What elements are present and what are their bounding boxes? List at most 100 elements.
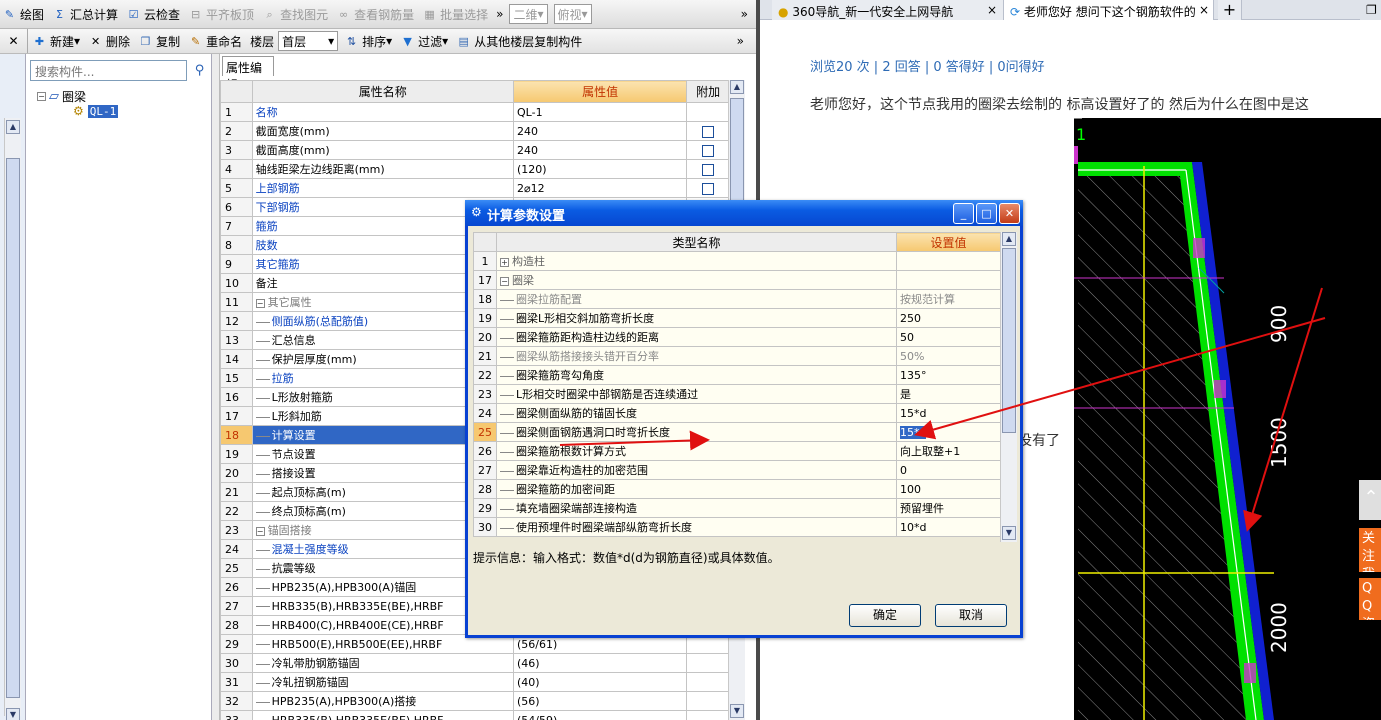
panel-splitter[interactable] xyxy=(212,54,220,720)
dialog-titlebar[interactable]: ⚙ 计算参数设置 xyxy=(465,200,1023,226)
setting-value[interactable]: 250 xyxy=(896,308,1001,328)
close-icon[interactable]: × xyxy=(987,3,997,17)
setting-value[interactable]: 100 xyxy=(896,479,1001,499)
new-button[interactable]: ✚ 新建 ▾ xyxy=(32,33,80,50)
setting-value[interactable]: 15*d xyxy=(896,403,1001,423)
tree-item-ql1[interactable]: ⚙ QL-1 xyxy=(73,104,119,118)
property-value[interactable]: 2⌀12 xyxy=(512,178,688,198)
table-row[interactable]: 29 填充墙圈梁端部连接构造 预留埋件 xyxy=(473,498,1001,518)
toolbar-button[interactable]: ⌕ 查找图元 xyxy=(262,6,328,23)
setting-value[interactable] xyxy=(896,270,1001,290)
follow-us-button[interactable]: 关注我们 xyxy=(1359,528,1381,572)
qq-consult-button[interactable]: Q Q咨询 xyxy=(1359,578,1381,620)
floor-select[interactable]: 首层 ▾ xyxy=(278,31,339,51)
toolbar-button[interactable]: ▦ 批量选择 xyxy=(422,6,488,23)
table-row[interactable]: 4 轴线距梁左边线距离(mm) (120) xyxy=(220,159,730,179)
table-row[interactable]: 19 圈梁L形相交斜加筋弯折长度 250 xyxy=(473,308,1001,328)
collapse-icon[interactable]: − xyxy=(255,526,265,536)
cancel-button[interactable]: 取消 xyxy=(935,604,1007,627)
setting-value[interactable]: 10*d xyxy=(896,517,1001,537)
table-row[interactable]: 31 冷轧扭钢筋锚固 (40) xyxy=(220,672,730,692)
extra-checkbox[interactable] xyxy=(702,163,715,176)
table-row[interactable]: 20 圈梁箍筋距构造柱边线的距离 50 xyxy=(473,327,1001,347)
table-row[interactable]: 24 圈梁侧面纵筋的锚固长度 15*d xyxy=(473,403,1001,423)
table-row[interactable]: 32 HPB235(A),HPB300(A)搭接 (56) xyxy=(220,691,730,711)
extra-checkbox[interactable] xyxy=(702,182,715,195)
toolbar-overflow-icon[interactable]: » xyxy=(741,7,748,21)
tab-property-edit[interactable]: 属性编辑 xyxy=(222,56,274,92)
table-row[interactable]: 1 + 构造柱 xyxy=(473,251,1001,271)
browser-tab-question[interactable]: ⟳ 老师您好 想问下这个钢筋软件的 × xyxy=(1004,0,1214,20)
table-row[interactable]: 22 圈梁箍筋弯勾角度 135° xyxy=(473,365,1001,385)
setting-value[interactable]: 向上取整+1 xyxy=(896,441,1001,461)
collapse-icon[interactable]: − xyxy=(255,298,265,308)
table-row[interactable]: 5 上部钢筋 2⌀12 xyxy=(220,178,730,198)
scroll-thumb[interactable] xyxy=(6,158,20,698)
toolbar-button[interactable]: ☑ 云检查 xyxy=(126,6,180,23)
side-scrollbar[interactable]: ▲ ▼ xyxy=(4,118,21,720)
table-row[interactable]: 2 截面宽度(mm) 240 xyxy=(220,121,730,141)
table-row[interactable]: 25 圈梁侧面钢筋遇洞口时弯折长度 15*d xyxy=(473,422,1001,442)
sort-button[interactable]: ⇅ 排序 ▾ xyxy=(344,33,392,50)
tree-root[interactable]: − ▱ 圈梁 xyxy=(37,88,86,105)
close-button[interactable]: ✕ xyxy=(999,203,1020,224)
setting-value[interactable]: 是 xyxy=(896,384,1001,404)
setting-value[interactable]: 50% xyxy=(896,346,1001,366)
setting-value[interactable]: 15*d xyxy=(896,422,1001,442)
scroll-down-icon[interactable]: ▼ xyxy=(6,708,20,720)
setting-value[interactable] xyxy=(896,251,1001,271)
search-icon[interactable]: ⚲ xyxy=(189,60,210,81)
view-mode-select[interactable]: 二维 ▾ xyxy=(509,4,548,24)
property-value[interactable]: (40) xyxy=(512,672,688,692)
table-row[interactable]: 1 名称 QL-1 xyxy=(220,102,730,122)
table-row[interactable]: 28 圈梁箍筋的加密间距 100 xyxy=(473,479,1001,499)
scroll-down-icon[interactable]: ▼ xyxy=(1002,526,1016,540)
property-value[interactable]: QL-1 xyxy=(512,102,688,122)
property-value[interactable]: (56) xyxy=(512,691,688,711)
property-value[interactable]: 240 xyxy=(512,121,688,141)
share-button[interactable]: ⌃ xyxy=(1359,480,1381,520)
table-row[interactable]: 27 圈梁靠近构造柱的加密范围 0 xyxy=(473,460,1001,480)
new-tab-button[interactable]: + xyxy=(1218,0,1242,20)
filter-button[interactable]: ▼ 过滤 ▾ xyxy=(400,33,448,50)
property-value[interactable]: (120) xyxy=(512,159,688,179)
copy-from-floor-button[interactable]: ▤ 从其他楼层复制构件 xyxy=(456,33,583,50)
setting-value[interactable]: 0 xyxy=(896,460,1001,480)
toolbar-button[interactable]: ∞ 查看钢筋量 xyxy=(336,6,414,23)
setting-value[interactable]: 135° xyxy=(896,365,1001,385)
extra-checkbox[interactable] xyxy=(702,144,715,157)
scroll-thumb[interactable] xyxy=(1002,248,1016,433)
search-input[interactable]: 搜索构件... xyxy=(30,60,187,81)
expand-icon[interactable]: + xyxy=(500,257,509,267)
toolbar-button[interactable]: Σ 汇总计算 xyxy=(52,6,118,23)
delete-button[interactable]: ✕ 删除 xyxy=(88,33,130,50)
view-angle-select[interactable]: 俯视 ▾ xyxy=(553,4,592,24)
table-row[interactable]: 30 使用预埋件时圈梁端部纵筋弯折长度 10*d xyxy=(473,517,1001,537)
table-row[interactable]: 33 HRB335(B),HRB335E(BE),HRBF (54/59) xyxy=(220,710,730,720)
table-row[interactable]: 26 圈梁箍筋根数计算方式 向上取整+1 xyxy=(473,441,1001,461)
collapse-icon[interactable]: − xyxy=(500,276,509,286)
browser-tab-360[interactable]: ● 360导航_新一代安全上网导航 × xyxy=(772,0,1004,20)
table-row[interactable]: 30 冷轧带肋钢筋锚固 (46) xyxy=(220,653,730,673)
toolbar-button[interactable]: ⊟ 平齐板顶 xyxy=(188,6,254,23)
scroll-up-icon[interactable]: ▲ xyxy=(1002,232,1016,246)
scroll-up-icon[interactable]: ▲ xyxy=(6,120,20,134)
collapse-button[interactable]: ✕ xyxy=(0,29,28,53)
table-row[interactable]: 21 圈梁纵筋搭接接头错开百分率 50% xyxy=(473,346,1001,366)
rename-button[interactable]: ✎ 重命名 xyxy=(188,33,242,50)
minimize-button[interactable]: _ xyxy=(953,203,974,224)
ok-button[interactable]: 确定 xyxy=(849,604,921,627)
toolbar-overflow-icon[interactable]: » xyxy=(496,7,503,21)
close-icon[interactable]: × xyxy=(1198,3,1209,17)
property-value[interactable]: 240 xyxy=(512,140,688,160)
setting-value[interactable]: 50 xyxy=(896,327,1001,347)
table-row[interactable]: 3 截面高度(mm) 240 xyxy=(220,140,730,160)
property-value[interactable]: (54/59) xyxy=(512,710,688,720)
collapse-icon[interactable]: − xyxy=(37,92,46,101)
extra-checkbox[interactable] xyxy=(702,125,715,138)
table-row[interactable]: 17− 圈梁 xyxy=(473,270,1001,290)
window-restore-icon[interactable]: ❐ xyxy=(1360,0,1381,20)
scroll-up-icon[interactable]: ▲ xyxy=(730,80,744,94)
setting-value[interactable]: 预留埋件 xyxy=(896,498,1001,518)
toolbar-button[interactable]: ✎ 绘图 xyxy=(2,6,44,23)
